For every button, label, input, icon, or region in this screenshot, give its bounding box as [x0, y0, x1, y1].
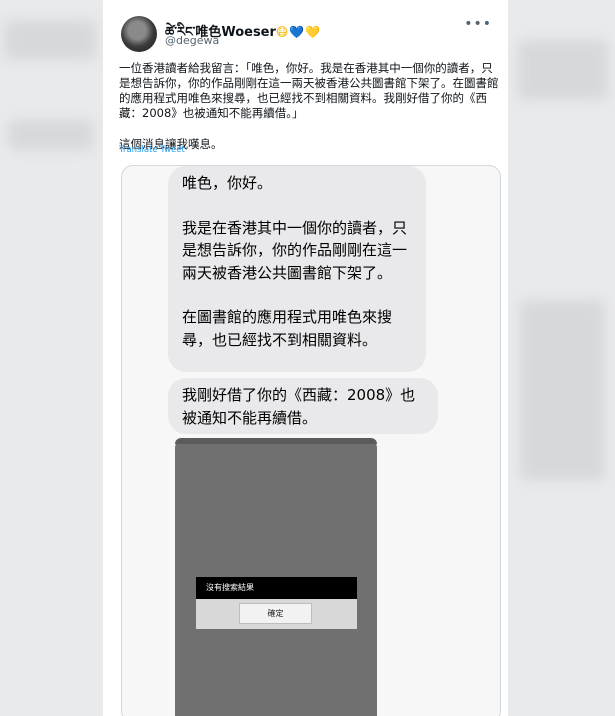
- blurred-background-left: [4, 20, 96, 60]
- blurred-background-left: [8, 120, 93, 150]
- translate-tweet-link[interactable]: Translate Tweet: [119, 145, 185, 155]
- message-paragraph: 在圖書館的應用程式用唯色來搜尋，也已經找不到相關資料。: [182, 308, 393, 349]
- message-paragraph: 我是在香港其中一個你的讀者，只是想告訴你，你的作品剛剛在這一兩天被香港公共圖書館…: [182, 218, 408, 282]
- name-emojis: 😷💙💛: [276, 25, 321, 39]
- message-paragraph: 我剛好借了你的《西藏：2008》也被通知不能再續借。: [182, 386, 416, 427]
- yellow-heart-icon: 💛: [305, 25, 322, 39]
- phone-screenshot: 沒有搜索結果 確定: [175, 438, 377, 716]
- avatar[interactable]: [121, 16, 157, 52]
- tweet-paragraph: 一位香港讀者給我留言：「唯色，你好。我是在香港其中一個你的讀者，只是想告訴你，你…: [119, 61, 499, 120]
- blurred-background-right: [520, 300, 605, 480]
- dialog-title: 沒有搜索結果: [196, 577, 357, 599]
- blue-heart-icon: 💙: [289, 25, 306, 39]
- message-greeting: 唯色，你好。: [182, 174, 273, 192]
- user-handle[interactable]: @degewa: [165, 34, 219, 47]
- tweet-body: 一位香港讀者給我留言：「唯色，你好。我是在香港其中一個你的讀者，只是想告訴你，你…: [119, 61, 499, 152]
- message-bubble: 唯色，你好。 我是在香港其中一個你的讀者，只是想告訴你，你的作品剛剛在這一兩天被…: [168, 166, 426, 372]
- phone-status-strip: [175, 438, 377, 444]
- tweet-media-image[interactable]: 唯色，你好。 我是在香港其中一個你的讀者，只是想告訴你，你的作品剛剛在這一兩天被…: [121, 165, 501, 716]
- message-bubble: 我剛好借了你的《西藏：2008》也被通知不能再續借。: [168, 378, 438, 434]
- mask-emoji-icon: 😷: [275, 25, 290, 39]
- tweet-card: ཚེ་རིང་唯色Woeser😷💙💛 @degewa ••• 一位香港讀者給我留…: [103, 0, 508, 716]
- dialog-confirm-button: 確定: [239, 603, 312, 624]
- no-results-dialog: 沒有搜索結果 確定: [196, 577, 357, 629]
- tweet-header: ཚེ་རིང་唯色Woeser😷💙💛 @degewa •••: [115, 14, 498, 54]
- blurred-background-right: [518, 40, 608, 100]
- more-horizontal-icon[interactable]: •••: [464, 16, 492, 32]
